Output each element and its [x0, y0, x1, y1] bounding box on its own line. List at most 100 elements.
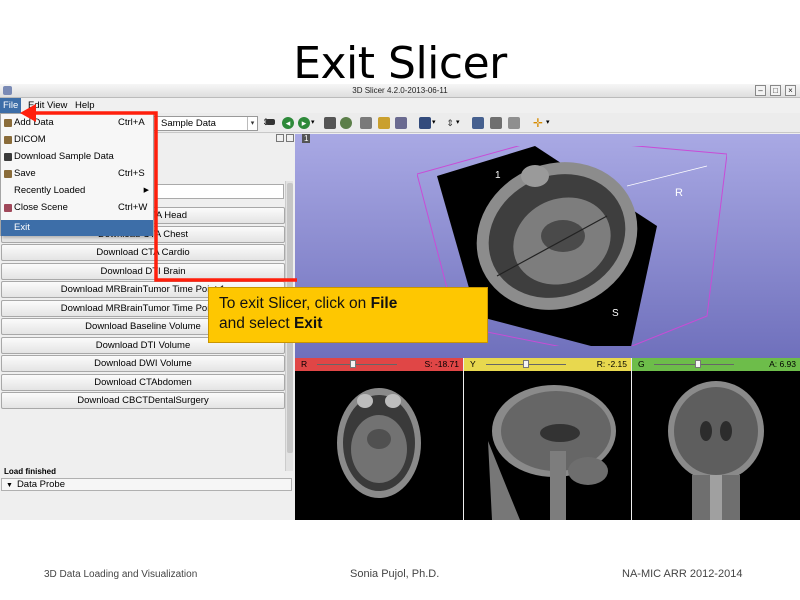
green-slice-tag: G	[638, 359, 645, 369]
transforms-icon[interactable]	[360, 117, 372, 129]
callout-exit-keyword: Exit	[293, 315, 323, 332]
menu-file[interactable]: File	[0, 98, 22, 113]
models-icon[interactable]	[340, 117, 352, 129]
minimize-icon[interactable]: –	[755, 85, 766, 96]
download-icon	[4, 153, 12, 161]
instruction-callout: To exit Slicer, click on File and select…	[208, 287, 488, 343]
editor-icon[interactable]	[395, 117, 407, 129]
close-icon[interactable]: ×	[785, 85, 796, 96]
red-slice-image	[337, 388, 421, 498]
3d-view-label: 1	[302, 134, 311, 143]
menu-item-save[interactable]: Save Ctrl+S	[1, 166, 153, 182]
module-list-icon[interactable]	[266, 119, 275, 125]
load-status-text: Load finished	[4, 467, 56, 476]
menu-item-close-scene[interactable]: Close Scene Ctrl+W	[1, 200, 153, 216]
slice-views: R S: -18.71 Y R: -2.15 G A: 6.93	[295, 358, 800, 520]
3d-marker-1: 1	[495, 170, 501, 181]
submenu-arrow-icon: ▶	[143, 187, 149, 194]
window-title: 3D Slicer 4.2.0-2013-06-11	[352, 86, 448, 95]
red-slice-view[interactable]: R S: -18.71	[295, 358, 463, 520]
menu-item-download-sample-data-label: Download Sample Data	[14, 151, 114, 162]
green-slice-track	[654, 364, 734, 365]
menu-item-save-shortcut: Ctrl+S	[118, 168, 145, 179]
screenshot-icon[interactable]	[472, 117, 484, 129]
menu-item-close-scene-shortcut: Ctrl+W	[118, 202, 148, 213]
menubar: File Edit View Help	[0, 98, 800, 113]
red-slice-offset: S: -18.71	[424, 359, 460, 369]
slicer-app-icon	[3, 86, 12, 95]
footer-author: Sonia Pujol, Ph.D.	[350, 568, 440, 580]
menu-item-add-data[interactable]: Add Data Ctrl+A	[1, 115, 153, 131]
menu-item-dicom[interactable]: DICOM	[1, 132, 153, 148]
data-probe-section[interactable]: ▼ Data Probe	[1, 478, 292, 491]
menu-item-add-data-shortcut: Ctrl+A	[118, 117, 145, 128]
yellow-slice-tag: Y	[470, 359, 476, 369]
3d-marker-r: R	[675, 187, 683, 199]
menu-item-dicom-label: DICOM	[14, 134, 46, 145]
green-slice-slider[interactable]	[695, 360, 701, 368]
yellow-slice-image	[488, 385, 616, 520]
module-selector-label: Sample Data	[161, 118, 216, 129]
forward-arrow-icon[interactable]: ▸	[298, 117, 310, 129]
download-cbctdentalsurgery-button[interactable]: Download CBCTDentalSurgery	[1, 392, 285, 409]
dicom-icon	[4, 136, 12, 144]
crosshair-icon[interactable]: ⇕	[444, 117, 456, 129]
menu-item-download-sample-data[interactable]: Download Sample Data	[1, 149, 153, 165]
extension-icon[interactable]	[508, 117, 520, 129]
module-panel-header	[156, 134, 294, 146]
crosshair-menu-icon[interactable]: ▾	[456, 118, 460, 126]
download-ctabdomen-button[interactable]: Download CTAbdomen	[1, 373, 285, 391]
3d-marker-s: S	[612, 308, 619, 319]
red-slice-controller[interactable]: R S: -18.71	[295, 358, 463, 371]
red-slice-track	[317, 364, 397, 365]
menu-item-exit[interactable]: Exit	[1, 220, 153, 236]
green-slice-image	[668, 381, 764, 520]
scene-view-icon[interactable]	[490, 117, 502, 129]
yellow-slice-controller[interactable]: Y R: -2.15	[464, 358, 631, 371]
panel-undock-icon[interactable]	[276, 134, 284, 142]
download-cta-cardio-button[interactable]: Download CTA Cardio	[1, 244, 285, 261]
layout-icon[interactable]	[419, 117, 431, 129]
callout-file-keyword: File	[370, 295, 398, 312]
collapse-arrow-icon: ▼	[6, 482, 13, 489]
back-arrow-icon[interactable]: ◂	[282, 117, 294, 129]
green-slice-view[interactable]: G A: 6.93	[632, 358, 800, 520]
forward-menu-icon[interactable]: ▾	[311, 118, 315, 126]
menu-item-recently-loaded-label: Recently Loaded	[14, 185, 86, 196]
menu-item-save-label: Save	[14, 168, 36, 179]
yellow-slice-view[interactable]: Y R: -2.15	[464, 358, 631, 520]
callout-line1-text: To exit Slicer, click on	[219, 295, 371, 312]
module-search-input[interactable]	[156, 184, 284, 199]
yellow-slice-offset: R: -2.15	[596, 359, 627, 369]
window-titlebar: 3D Slicer 4.2.0-2013-06-11 – □ ×	[0, 84, 800, 98]
menu-view[interactable]: View	[44, 98, 70, 113]
download-dwi-volume-button[interactable]: Download DWI Volume	[1, 355, 285, 372]
green-slice-controller[interactable]: G A: 6.93	[632, 358, 800, 371]
menu-item-recently-loaded[interactable]: Recently Loaded ▶	[1, 183, 153, 199]
footer-course-title: 3D Data Loading and Visualization	[44, 569, 198, 580]
volumes-icon[interactable]	[378, 117, 390, 129]
add-data-icon	[4, 119, 12, 127]
layout-menu-icon[interactable]: ▾	[432, 118, 436, 126]
mouse-mode-menu-icon[interactable]: ▾	[546, 118, 550, 126]
mouse-mode-icon[interactable]: ✛	[532, 117, 544, 129]
red-slice-slider[interactable]	[350, 360, 356, 368]
yellow-slice-slider[interactable]	[523, 360, 529, 368]
footer-project: NA-MIC ARR 2012-2014	[622, 568, 743, 580]
maximize-icon[interactable]: □	[770, 85, 781, 96]
green-slice-offset: A: 6.93	[769, 359, 796, 369]
download-dti-brain-button[interactable]: Download DTI Brain	[1, 262, 285, 280]
panel-close-icon[interactable]	[286, 134, 294, 142]
menu-item-exit-label: Exit	[14, 222, 30, 233]
slide-title: Exit Slicer	[293, 38, 507, 89]
save-icon	[4, 170, 12, 178]
red-slice-tag: R	[301, 359, 308, 369]
menu-help[interactable]: Help	[72, 98, 98, 113]
module-selector[interactable]: Sample Data ▾	[150, 116, 258, 131]
close-scene-icon	[4, 204, 12, 212]
menu-item-close-scene-label: Close Scene	[14, 202, 68, 213]
chevron-down-icon: ▾	[247, 117, 257, 130]
cube-icon[interactable]	[324, 117, 336, 129]
data-probe-label: Data Probe	[16, 479, 65, 490]
file-menu-dropdown: Add Data Ctrl+A DICOM Download Sample Da…	[0, 113, 154, 236]
